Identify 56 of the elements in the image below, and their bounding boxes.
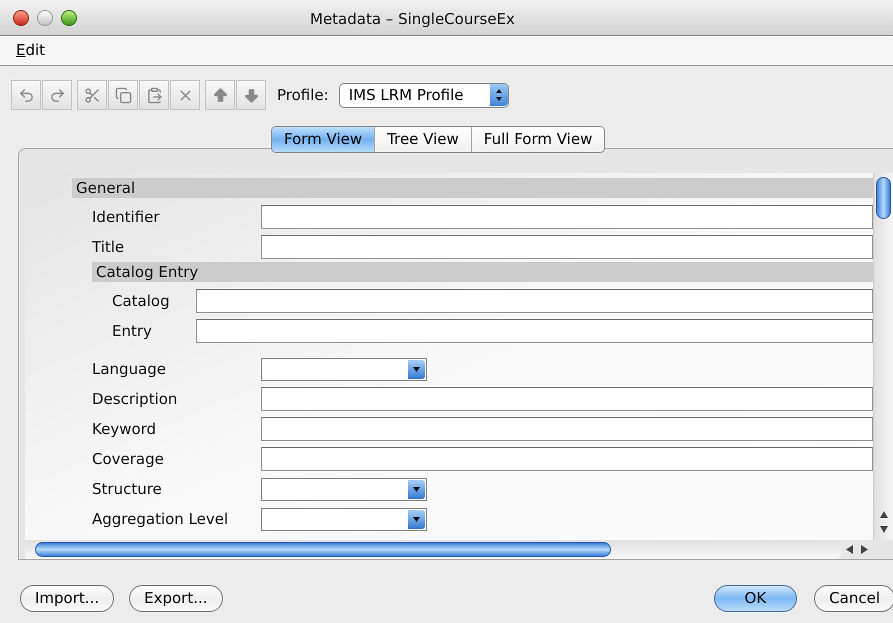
field-label: Aggregation Level bbox=[92, 508, 230, 530]
dialog-button[interactable]: Import... bbox=[20, 585, 114, 612]
paste-icon bbox=[146, 86, 162, 104]
minimize-icon[interactable] bbox=[37, 10, 53, 26]
text-field[interactable] bbox=[261, 447, 873, 471]
field-label: Description bbox=[92, 388, 178, 410]
toolbar-button[interactable] bbox=[11, 80, 41, 110]
text-field[interactable] bbox=[196, 319, 873, 343]
undo-icon bbox=[18, 86, 34, 104]
stepper-arrows-icon bbox=[490, 84, 508, 106]
horizontal-scrollbar[interactable] bbox=[25, 540, 843, 559]
zoom-icon[interactable] bbox=[61, 10, 77, 26]
window-title: Metadata – SingleCourseEx bbox=[310, 9, 515, 30]
text-field[interactable] bbox=[261, 235, 873, 259]
field-label: Keyword bbox=[92, 418, 158, 440]
toolbar-button[interactable] bbox=[170, 80, 200, 110]
profile-select[interactable]: IMS LRM Profile bbox=[338, 82, 509, 108]
field-label: Entry bbox=[112, 320, 153, 342]
toolbar-button[interactable] bbox=[139, 80, 169, 110]
dropdown[interactable] bbox=[261, 478, 427, 500]
redo-icon bbox=[48, 86, 66, 104]
toolbar-button[interactable] bbox=[236, 80, 266, 110]
field-label: Identifier bbox=[92, 206, 161, 228]
field-label: Title bbox=[92, 236, 126, 258]
scroll-thumb[interactable] bbox=[876, 177, 891, 219]
down-arrow-icon bbox=[242, 86, 260, 104]
field-label: Catalog bbox=[112, 290, 171, 312]
section-header: Catalog Entry bbox=[92, 262, 873, 282]
field-label: Language bbox=[92, 358, 168, 380]
dropdown[interactable] bbox=[261, 508, 427, 530]
field-label: Structure bbox=[92, 478, 163, 500]
copy-icon bbox=[114, 86, 132, 104]
scroll-thumb[interactable] bbox=[35, 542, 611, 557]
toolbar-button[interactable] bbox=[205, 80, 235, 110]
field-label: Coverage bbox=[92, 448, 165, 470]
dialog-button[interactable]: Cancel bbox=[814, 585, 893, 612]
section-header: General bbox=[72, 178, 873, 198]
dropdown[interactable] bbox=[261, 358, 427, 380]
scissors-icon bbox=[84, 86, 100, 104]
profile-label: Profile: bbox=[277, 84, 329, 106]
up-arrow-icon bbox=[212, 86, 228, 104]
view-tab[interactable]: Tree View bbox=[374, 127, 471, 152]
vertical-scrollbar[interactable] bbox=[873, 173, 893, 540]
view-tab[interactable]: Form View bbox=[272, 127, 374, 152]
text-field[interactable] bbox=[261, 417, 873, 441]
toolbar-button[interactable] bbox=[42, 80, 72, 110]
text-field[interactable] bbox=[261, 205, 873, 229]
toolbar-button[interactable] bbox=[108, 80, 138, 110]
toolbar-button[interactable] bbox=[77, 80, 107, 110]
text-field[interactable] bbox=[196, 289, 873, 313]
close-icon[interactable] bbox=[13, 10, 29, 26]
text-field[interactable] bbox=[261, 387, 873, 411]
dialog-button[interactable]: OK bbox=[714, 585, 798, 612]
menu-item[interactable]: Edit bbox=[16, 39, 46, 62]
view-tab[interactable]: Full Form View bbox=[470, 127, 604, 152]
dialog-button[interactable]: Export... bbox=[129, 585, 222, 612]
